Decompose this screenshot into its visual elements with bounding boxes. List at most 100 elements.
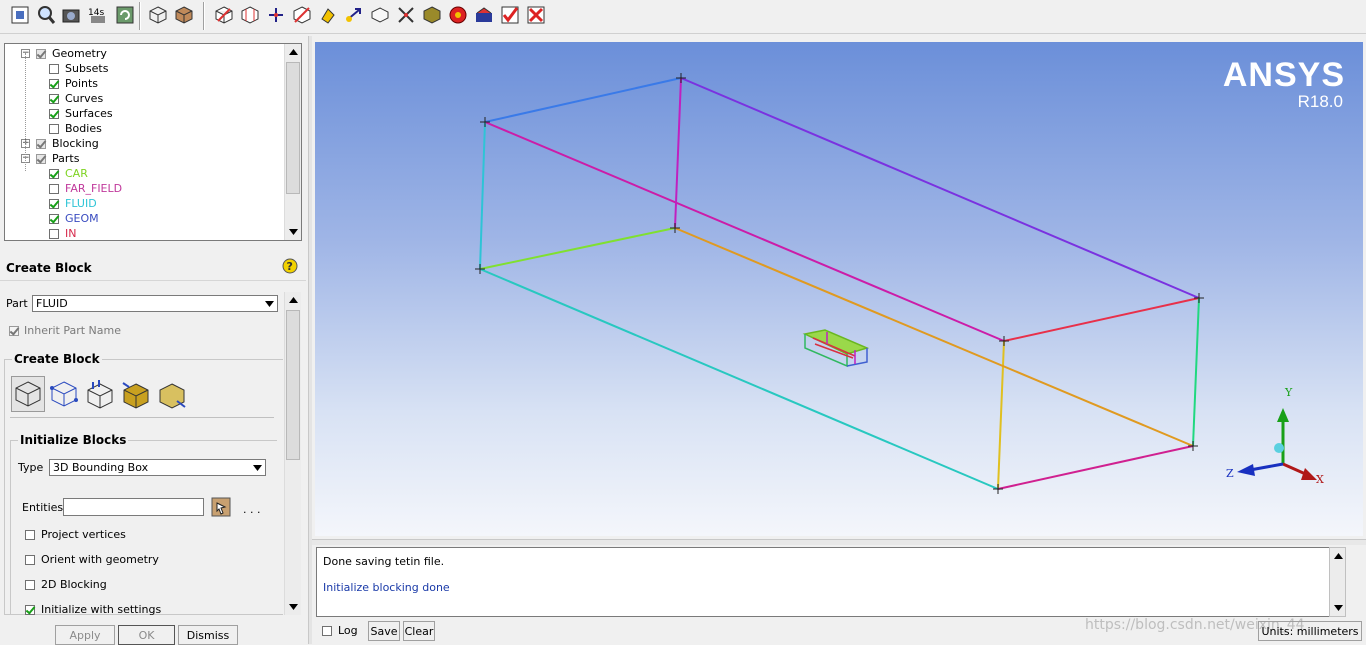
tree-item-in[interactable]: IN [49, 226, 77, 240]
log-checkbox[interactable] [322, 625, 332, 636]
associate-icon[interactable] [316, 3, 340, 27]
scroll-up-icon[interactable] [285, 292, 301, 308]
option-checkbox[interactable] [25, 554, 35, 565]
option-2d-blocking[interactable]: 2D Blocking [25, 578, 107, 591]
part-select[interactable]: FLUID [32, 295, 278, 312]
tree-item-blocking[interactable]: + Blocking [21, 136, 99, 151]
type-label: Type [18, 461, 44, 474]
tree-scrollbar[interactable] [284, 44, 301, 240]
visibility-checkbox[interactable] [49, 93, 59, 104]
inherit-part-name-option[interactable]: Inherit Part Name [9, 324, 121, 337]
main-toolbar: 14s [0, 0, 1366, 34]
tree-item-label: Subsets [65, 62, 109, 75]
scroll-down-icon[interactable] [285, 599, 301, 615]
visibility-checkbox[interactable] [49, 228, 59, 239]
extrude-faces-icon[interactable] [83, 376, 117, 412]
pre-mesh-quality-icon[interactable] [446, 3, 470, 27]
tree-item-geom[interactable]: GEOM [49, 211, 99, 226]
tree-item-label: Surfaces [65, 107, 113, 120]
tree-item-bodies[interactable]: Bodies [49, 121, 102, 136]
zoom-box-icon[interactable] [34, 3, 58, 27]
split-block-icon[interactable] [238, 3, 262, 27]
option-checkbox[interactable] [25, 579, 35, 590]
select-entities-icon[interactable] [211, 497, 231, 517]
blocking-wireframe[interactable]: Y X Z [315, 42, 1363, 536]
from-3d-to-2d-icon[interactable] [155, 376, 189, 412]
tree-item-car[interactable]: CAR [49, 166, 88, 181]
visibility-checkbox[interactable] [49, 213, 59, 224]
tree-item-label: CAR [65, 167, 88, 180]
option-label: 2D Blocking [41, 578, 107, 591]
visibility-checkbox[interactable] [36, 48, 46, 59]
option-label: Project vertices [41, 528, 126, 541]
tree-item-parts[interactable]: − Parts [21, 151, 79, 166]
undo-icon[interactable] [113, 3, 137, 27]
tree-item-subsets[interactable]: Subsets [49, 61, 108, 76]
tree-item-curves[interactable]: Curves [49, 91, 103, 106]
block-checks-icon[interactable] [498, 3, 522, 27]
scroll-down-icon[interactable] [1330, 600, 1346, 616]
visibility-checkbox[interactable] [49, 78, 59, 89]
visibility-checkbox[interactable] [49, 63, 59, 74]
edit-edge-icon[interactable] [394, 3, 418, 27]
panel-scrollbar[interactable] [284, 292, 301, 615]
edit-block-icon[interactable] [290, 3, 314, 27]
clear-button[interactable]: Clear [403, 621, 435, 641]
pre-mesh-smooth-icon[interactable] [472, 3, 496, 27]
merge-vertices-icon[interactable] [264, 3, 288, 27]
option-project-vertices[interactable]: Project vertices [25, 528, 126, 541]
from-2d-to-3d-icon[interactable] [119, 376, 153, 412]
select-model-icon[interactable]: 14s [86, 3, 110, 27]
tree-item-label: Bodies [65, 122, 102, 135]
scroll-thumb[interactable] [286, 310, 300, 460]
option-checkbox[interactable] [25, 604, 35, 615]
option-orient-with-geometry[interactable]: Orient with geometry [25, 553, 159, 566]
log-option[interactable]: Log [322, 624, 358, 637]
model-tree: − Geometry Subsets Points Curves Surfaces Bodi… [4, 43, 302, 241]
initialize-blocks-icon[interactable] [11, 376, 45, 412]
apply-button[interactable]: Apply [55, 625, 115, 645]
help-icon[interactable]: ? [282, 258, 298, 276]
chevron-down-icon[interactable] [251, 461, 264, 474]
option-initialize-with-settings[interactable]: Initialize with settings [25, 603, 161, 616]
scroll-thumb[interactable] [286, 62, 300, 194]
wireframe-icon[interactable] [146, 3, 170, 27]
visibility-checkbox[interactable] [49, 168, 59, 179]
scroll-up-icon[interactable] [285, 44, 301, 60]
move-vertex-icon[interactable] [342, 3, 366, 27]
message-scrollbar[interactable] [1329, 547, 1346, 617]
scroll-up-icon[interactable] [1330, 548, 1346, 564]
visibility-checkbox[interactable] [49, 108, 59, 119]
scroll-down-icon[interactable] [285, 224, 301, 240]
inherit-part-name-checkbox[interactable] [9, 325, 19, 336]
save-button[interactable]: Save [368, 621, 400, 641]
create-block-icon[interactable] [212, 3, 236, 27]
ok-button[interactable]: OK [118, 625, 175, 645]
tree-item-geometry[interactable]: − Geometry [21, 46, 107, 61]
graphics-viewport[interactable]: ANSYS R18.0 Y X Z [315, 42, 1363, 536]
tree-item-far-field[interactable]: FAR_FIELD [49, 181, 122, 196]
solid-icon[interactable] [172, 3, 196, 27]
chevron-down-icon[interactable] [263, 297, 276, 310]
camera-icon[interactable] [60, 3, 84, 27]
more-options-dots[interactable]: . . . [243, 503, 260, 516]
visibility-checkbox[interactable] [49, 198, 59, 209]
tree-item-fluid[interactable]: FLUID [49, 196, 97, 211]
pre-mesh-params-icon[interactable] [420, 3, 444, 27]
tree-item-points[interactable]: Points [49, 76, 98, 91]
create-from-vertices-icon[interactable] [47, 376, 81, 412]
type-select[interactable]: 3D Bounding Box [49, 459, 266, 476]
visibility-checkbox[interactable] [36, 138, 46, 149]
tree-item-surfaces[interactable]: Surfaces [49, 106, 113, 121]
transform-block-icon[interactable] [368, 3, 392, 27]
entities-input[interactable] [63, 498, 204, 516]
visibility-checkbox[interactable] [36, 153, 46, 164]
dismiss-button[interactable]: Dismiss [178, 625, 238, 645]
car-geometry [802, 329, 870, 368]
visibility-checkbox[interactable] [49, 183, 59, 194]
option-checkbox[interactable] [25, 529, 35, 540]
tree-item-label: IN [65, 227, 77, 240]
fit-window-icon[interactable] [8, 3, 32, 27]
delete-block-icon[interactable] [524, 3, 548, 27]
visibility-checkbox[interactable] [49, 123, 59, 134]
